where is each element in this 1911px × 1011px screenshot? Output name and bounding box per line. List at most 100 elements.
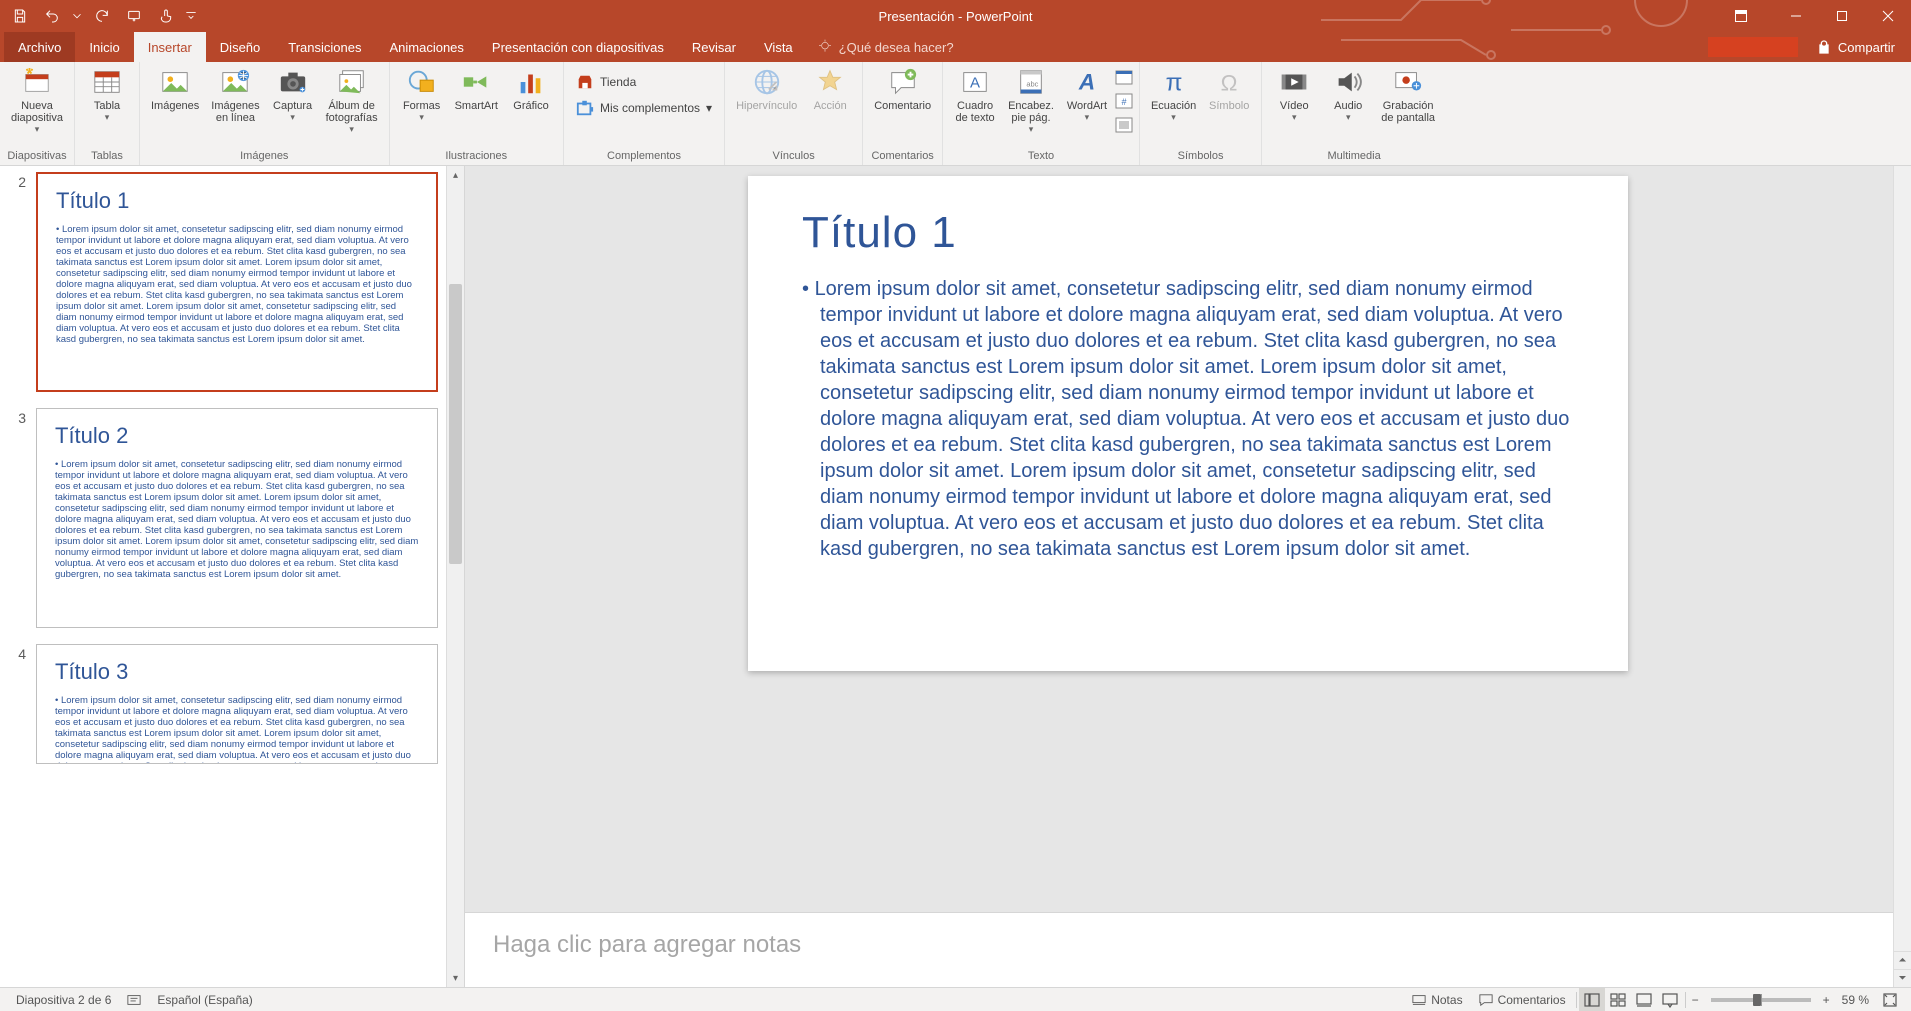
new-slide-button[interactable]: Nueva diapositiva ▾ [6,64,68,137]
scroll-down-button[interactable]: ▾ [447,969,464,987]
album-icon [336,66,368,98]
tell-me-search[interactable]: ¿Qué desea hacer? [817,32,954,62]
slideshow-view-button[interactable] [1657,988,1683,1011]
group-text: A Cuadro de texto abc Encabez. pie pág. … [943,62,1140,165]
slide-thumbnail-3[interactable]: Título 2 Lorem ipsum dolor sit amet, con… [36,408,438,628]
audio-button[interactable]: Audio ▾ [1322,64,1374,125]
table-button[interactable]: Tabla ▾ [81,64,133,125]
qat-customize-button[interactable] [184,3,198,29]
online-pictures-icon [219,66,251,98]
reading-view-button[interactable] [1631,988,1657,1011]
spellcheck-button[interactable] [119,988,149,1011]
svg-text:A: A [1078,70,1095,95]
save-button[interactable] [6,3,34,29]
comments-toggle[interactable]: Comentarios [1471,988,1574,1011]
group-links: Hipervínculo Acción Vínculos [725,62,863,165]
slide-indicator[interactable]: Diapositiva 2 de 6 [8,988,119,1011]
notes-pane[interactable]: Haga clic para agregar notas [465,912,1911,987]
share-label: Compartir [1838,40,1895,55]
pictures-label: Imágenes [151,100,199,112]
group-links-label: Vínculos [731,148,856,165]
slide-title[interactable]: Título 1 [802,208,1574,258]
slide-thumbnail-4[interactable]: Título 3 Lorem ipsum dolor sit amet, con… [36,644,438,764]
ribbon-tabs: Archivo Inicio Insertar Diseño Transicio… [0,32,1911,62]
slide-thumbnail-2[interactable]: Título 1 Lorem ipsum dolor sit amet, con… [36,172,438,392]
equation-button[interactable]: π Ecuación ▾ [1146,64,1201,125]
fit-to-window-button[interactable] [1877,988,1903,1011]
store-icon [576,73,594,91]
slide-body[interactable]: Lorem ipsum dolor sit amet, consetetur s… [802,276,1574,562]
tab-view[interactable]: Vista [750,32,807,62]
tell-me-label: ¿Qué desea hacer? [839,40,954,55]
maximize-button[interactable] [1819,0,1865,32]
object-button[interactable] [1115,116,1133,134]
zoom-out-button[interactable]: − [1688,988,1703,1011]
share-button[interactable]: Compartir [1808,32,1903,62]
zoom-slider[interactable] [1711,998,1811,1002]
photo-album-button[interactable]: Álbum de fotografías ▾ [321,64,383,137]
symbol-button: Ω Símbolo [1203,64,1255,114]
minimize-button[interactable] [1773,0,1819,32]
group-addins-label: Complementos [570,148,718,165]
table-icon [91,66,123,98]
thumbnail-scrollbar[interactable]: ▴ ▾ [446,166,464,987]
notes-toggle[interactable]: Notas [1404,988,1470,1011]
tab-insert[interactable]: Insertar [134,32,206,62]
tab-slideshow[interactable]: Presentación con diapositivas [478,32,678,62]
video-label: Vídeo [1280,100,1309,112]
pictures-button[interactable]: Imágenes [146,64,204,114]
online-pictures-button[interactable]: Imágenes en línea [206,64,264,126]
redo-button[interactable] [88,3,116,29]
scroll-up-button[interactable]: ▴ [447,166,464,184]
group-tables-label: Tablas [81,148,133,165]
language-indicator[interactable]: Español (España) [149,988,260,1011]
tab-home[interactable]: Inicio [75,32,133,62]
sorter-view-button[interactable] [1605,988,1631,1011]
wordart-button[interactable]: A WordArt ▾ [1061,64,1113,125]
slide-canvas[interactable]: Título 1 Lorem ipsum dolor sit amet, con… [748,176,1628,671]
header-footer-label: Encabez. pie pág. [1008,100,1054,124]
tab-design[interactable]: Diseño [206,32,274,62]
video-button[interactable]: Vídeo ▾ [1268,64,1320,125]
scroll-handle[interactable] [449,284,462,564]
zoom-level[interactable]: 59 % [1834,988,1877,1011]
window-controls [1773,0,1911,32]
store-button[interactable]: Tienda [570,70,718,94]
slide-number-button[interactable]: # [1115,92,1133,110]
tab-transitions[interactable]: Transiciones [274,32,375,62]
tab-file[interactable]: Archivo [4,32,75,62]
next-slide-button[interactable]: ⏷ [1894,969,1911,987]
textbox-button[interactable]: A Cuadro de texto [949,64,1001,126]
vertical-scrollbar[interactable]: ⏶ ⏷ [1893,166,1911,987]
tab-review[interactable]: Revisar [678,32,750,62]
smartart-icon [460,66,492,98]
account-name[interactable] [1708,37,1798,57]
start-from-beginning-button[interactable] [120,3,148,29]
undo-more-button[interactable] [70,3,84,29]
undo-button[interactable] [38,3,66,29]
zoom-handle[interactable] [1753,994,1761,1006]
touch-mode-button[interactable] [152,3,180,29]
close-button[interactable] [1865,0,1911,32]
thumbnail-row: 3 Título 2 Lorem ipsum dolor sit amet, c… [14,408,438,628]
shapes-button[interactable]: Formas ▾ [396,64,448,125]
thumbnail-row: 4 Título 3 Lorem ipsum dolor sit amet, c… [14,644,438,764]
tab-animations[interactable]: Animaciones [375,32,477,62]
normal-view-button[interactable] [1579,988,1605,1011]
screen-recording-button[interactable]: Grabación de pantalla [1376,64,1440,126]
chart-icon [515,66,547,98]
symbol-icon: Ω [1213,66,1245,98]
my-addins-button[interactable]: Mis complementos ▾ [570,96,718,120]
header-footer-button[interactable]: abc Encabez. pie pág. ▾ [1003,64,1059,137]
shapes-icon [406,66,438,98]
comment-button[interactable]: Comentario [869,64,936,114]
prev-slide-button[interactable]: ⏶ [1894,951,1911,969]
date-time-button[interactable] [1115,68,1133,86]
screenshot-button[interactable]: Captura ▾ [267,64,319,125]
zoom-in-button[interactable]: + [1819,988,1834,1011]
table-label: Tabla [94,100,120,112]
group-media-label: Multimedia [1268,148,1440,165]
ribbon-display-options-button[interactable] [1721,0,1761,32]
chart-button[interactable]: Gráfico [505,64,557,114]
smartart-button[interactable]: SmartArt [450,64,503,114]
